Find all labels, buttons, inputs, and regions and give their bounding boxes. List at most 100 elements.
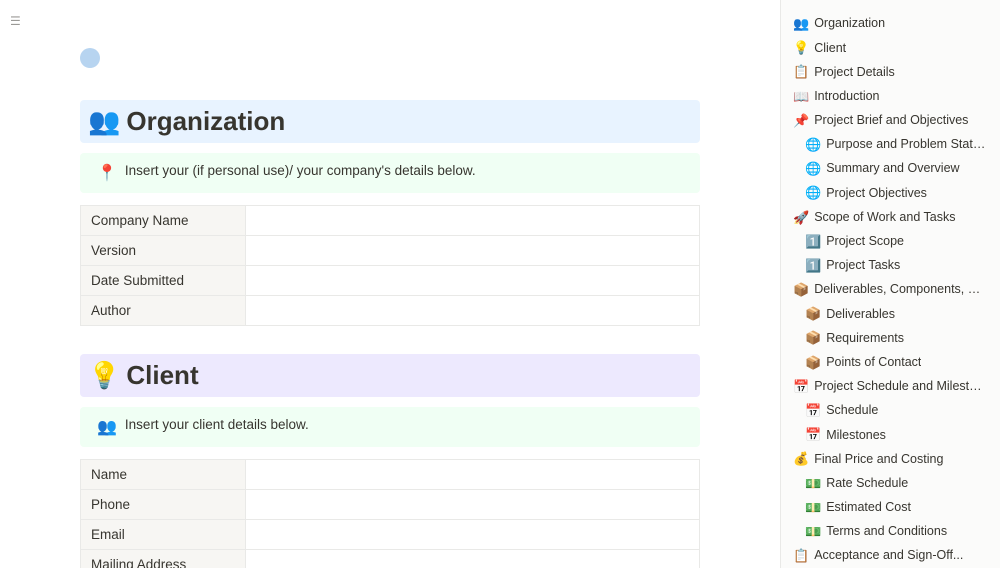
table-cell-label: Name	[81, 460, 246, 490]
table-row: Company Name	[81, 206, 700, 236]
table-cell-value[interactable]	[246, 520, 700, 550]
page-meta	[80, 48, 700, 68]
toc-item-label-3: Introduction	[814, 88, 879, 106]
toc-item-20[interactable]: 💵 Estimated Cost	[781, 496, 1000, 520]
toc-item-icon-4: 📌	[793, 112, 809, 130]
toc-container: 👥 Organization 💡 Client 📋 Project Details 📖Int…	[781, 12, 1000, 568]
table-cell-value[interactable]	[246, 266, 700, 296]
table-cell-value[interactable]	[246, 550, 700, 568]
toc-item-label-19: Rate Schedule	[826, 475, 908, 493]
table-row: Mailing Address	[81, 550, 700, 568]
toc-item-2[interactable]: 📋 Project Details	[781, 60, 1000, 84]
toc-item-icon-14: 📦	[805, 354, 821, 372]
toc-item-label-4: Project Brief and Objectives	[814, 112, 968, 130]
table-cell-value[interactable]	[246, 206, 700, 236]
table-cell-value[interactable]	[246, 460, 700, 490]
section-heading-organization: ⋮⋮👥Organization	[80, 100, 700, 143]
toc-item-icon-2: 📋	[793, 63, 809, 81]
toc-item-label-14: Points of Contact	[826, 354, 921, 372]
section-heading-client: ⋮⋮💡Client	[80, 354, 700, 397]
toc-item-label-11: Deliverables, Components, & R...	[814, 281, 988, 299]
table-client: NamePhoneEmailMailing Address	[80, 459, 700, 568]
toc-item-9[interactable]: 1️⃣ Project Scope	[781, 230, 1000, 254]
toc-item-label-22: Acceptance and Sign-Off...	[814, 547, 963, 565]
callout-text-organization: Insert your (if personal use)/ your comp…	[125, 163, 476, 178]
toc-item-21[interactable]: 💵 Terms and Conditions	[781, 520, 1000, 544]
table-cell-label: Phone	[81, 490, 246, 520]
toc-item-13[interactable]: 📦Requirements	[781, 326, 1000, 350]
toc-item-icon-20: 💵	[805, 499, 821, 517]
toc-item-17[interactable]: 📅 Milestones	[781, 423, 1000, 447]
toc-item-label-8: Scope of Work and Tasks	[814, 209, 955, 227]
toc-item-10[interactable]: 1️⃣ Project Tasks	[781, 254, 1000, 278]
toc-item-icon-15: 📅	[793, 378, 809, 396]
toc-item-label-12: Deliverables	[826, 306, 895, 324]
toc-item-label-10: Project Tasks	[826, 257, 900, 275]
toc-item-15[interactable]: 📅Project Schedule and Milestones	[781, 375, 1000, 399]
callout-text-client: Insert your client details below.	[125, 417, 309, 432]
toc-item-label-21: Terms and Conditions	[826, 523, 947, 541]
sections-container: ⋮⋮👥Organization 📍 Insert your (if personal…	[80, 100, 700, 568]
toc-item-icon-17: 📅	[805, 426, 821, 444]
toc-item-icon-6: 🌐	[805, 160, 821, 178]
toc-item-icon-12: 📦	[805, 305, 821, 323]
toc-item-3[interactable]: 📖Introduction	[781, 85, 1000, 109]
toc-item-7[interactable]: 🌐 Project Objectives	[781, 181, 1000, 205]
callout-icon-organization: 📍	[97, 163, 117, 183]
toc-item-5[interactable]: 🌐 Purpose and Problem Statem...	[781, 133, 1000, 157]
section-title-organization: Organization	[126, 106, 285, 137]
toc-item-label-9: Project Scope	[826, 233, 904, 251]
table-cell-label: Author	[81, 296, 246, 326]
toc-item-16[interactable]: 📅Schedule	[781, 399, 1000, 423]
toc-item-0[interactable]: 👥 Organization	[781, 12, 1000, 36]
toc-item-label-6: Summary and Overview	[826, 160, 959, 178]
callout-organization: 📍 Insert your (if personal use)/ your com…	[80, 153, 700, 193]
toc-item-label-2: Project Details	[814, 64, 895, 82]
toc-item-22[interactable]: 📋Acceptance and Sign-Off...	[781, 544, 1000, 568]
main-content: ⋮⋮👥Organization 📍 Insert your (if personal…	[0, 0, 780, 568]
table-row: Date Submitted	[81, 266, 700, 296]
toc-item-label-5: Purpose and Problem Statem...	[826, 136, 988, 154]
table-cell-value[interactable]	[246, 236, 700, 266]
table-cell-label: Mailing Address	[81, 550, 246, 568]
toc-item-icon-10: 1️⃣	[805, 257, 821, 275]
toc-item-label-20: Estimated Cost	[826, 499, 911, 517]
toc-item-label-0: Organization	[814, 15, 885, 33]
toc-item-icon-0: 👥	[793, 15, 809, 33]
toc-item-11[interactable]: 📦Deliverables, Components, & R...	[781, 278, 1000, 302]
table-cell-value[interactable]	[246, 296, 700, 326]
table-row: Version	[81, 236, 700, 266]
toc-item-8[interactable]: 🚀 Scope of Work and Tasks	[781, 206, 1000, 230]
right-sidebar: 👥 Organization 💡 Client 📋 Project Details 📖Int…	[780, 0, 1000, 568]
toc-item-label-17: Milestones	[826, 427, 886, 445]
callout-client: 👥 Insert your client details below.	[80, 407, 700, 447]
toc-item-icon-21: 💵	[805, 523, 821, 541]
toc-item-1[interactable]: 💡 Client	[781, 36, 1000, 60]
toc-item-14[interactable]: 📦 Points of Contact	[781, 351, 1000, 375]
table-cell-value[interactable]	[246, 490, 700, 520]
table-cell-label: Company Name	[81, 206, 246, 236]
toc-item-label-16: Schedule	[826, 402, 878, 420]
toc-item-18[interactable]: 💰Final Price and Costing	[781, 447, 1000, 471]
toc-item-4[interactable]: 📌 Project Brief and Objectives	[781, 109, 1000, 133]
toc-item-12[interactable]: 📦 Deliverables	[781, 302, 1000, 326]
toc-item-icon-19: 💵	[805, 475, 821, 493]
toc-item-19[interactable]: 💵 Rate Schedule	[781, 472, 1000, 496]
toc-item-icon-9: 1️⃣	[805, 233, 821, 251]
table-row: Phone	[81, 490, 700, 520]
toc-item-label-7: Project Objectives	[826, 185, 927, 203]
table-cell-label: Email	[81, 520, 246, 550]
table-cell-label: Version	[81, 236, 246, 266]
section-icon-organization: 👥	[88, 106, 120, 137]
toc-item-icon-7: 🌐	[805, 184, 821, 202]
toc-item-label-1: Client	[814, 40, 846, 58]
toc-item-icon-5: 🌐	[805, 136, 821, 154]
sidebar-toggle[interactable]: ☰	[10, 14, 25, 28]
avatar	[80, 48, 100, 68]
toc-item-6[interactable]: 🌐 Summary and Overview	[781, 157, 1000, 181]
toc-item-label-18: Final Price and Costing	[814, 451, 943, 469]
toc-item-icon-1: 💡	[793, 39, 809, 57]
callout-icon-client: 👥	[97, 417, 117, 437]
sidebar-toggle-icon: ☰	[10, 14, 21, 28]
toc-item-icon-8: 🚀	[793, 209, 809, 227]
